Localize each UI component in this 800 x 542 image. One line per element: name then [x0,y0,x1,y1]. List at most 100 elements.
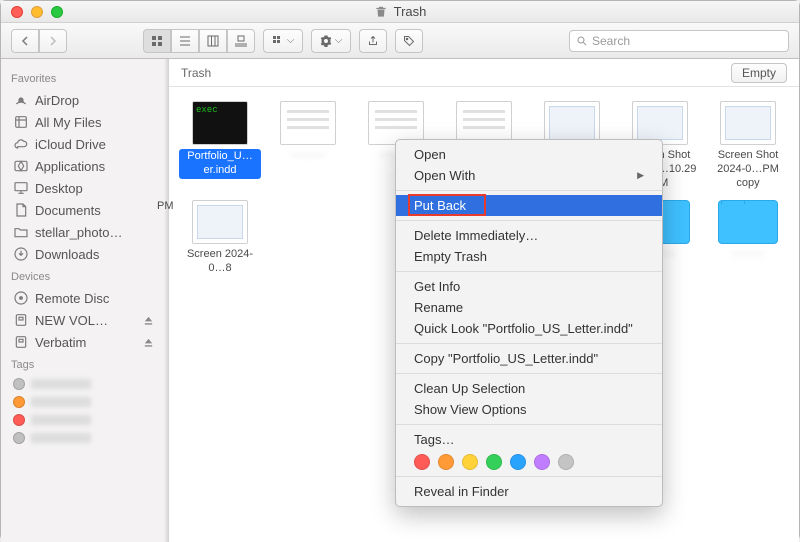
file-item[interactable]: execPortfolio_U…er.indd [179,101,261,190]
file-thumbnail [192,200,248,244]
back-button[interactable] [11,29,39,53]
sidebar-item[interactable] [9,411,168,429]
tag-dot-icon [13,396,25,408]
forward-button[interactable] [39,29,67,53]
file-thumbnail: exec [192,101,248,145]
column-view-button[interactable] [199,29,227,53]
context-menu-item-label: Clean Up Selection [414,381,525,396]
sidebar-item[interactable]: All My Files [9,111,168,133]
context-menu-item[interactable]: Delete Immediately… [396,225,662,246]
folder-icon [13,224,29,240]
tag-label [31,397,91,407]
view-group [143,29,255,53]
sidebar-item[interactable] [9,429,168,447]
context-menu-separator [396,190,662,191]
file-item[interactable]: ——— [267,101,349,190]
airdrop-icon [13,92,29,108]
context-menu-tags-row [396,450,662,472]
eject-icon[interactable] [143,337,154,348]
context-menu-item[interactable]: Open With▶ [396,165,662,186]
action-button[interactable]: ⌵ [311,29,351,53]
search-input[interactable]: Search [569,30,789,52]
context-menu-item-label: Empty Trash [414,249,487,264]
context-menu-separator [396,220,662,221]
trash-icon [374,5,388,19]
tag-color-dot[interactable] [510,454,526,470]
context-menu-item-label: Show View Options [414,402,527,417]
pathbar: Trash Empty [169,59,799,87]
titlebar: Trash [1,1,799,23]
file-thumbnail [280,101,336,145]
nav-group [11,29,67,53]
desktop-icon [13,180,29,196]
context-menu-item-label: Open [414,147,446,162]
sidebar-item-label: stellar_photo… [35,225,122,240]
sidebar-item-label: iCloud Drive [35,137,106,152]
sidebar-section-devices: Devices [11,271,168,283]
eject-icon[interactable] [143,315,154,326]
sidebar-item[interactable]: Remote Disc [9,287,168,309]
context-menu-item[interactable]: Quick Look "Portfolio_US_Letter.indd" [396,318,662,339]
sidebar-item[interactable]: iCloud Drive [9,133,168,155]
context-menu-item-label: Put Back [414,198,466,213]
context-menu-item[interactable]: Open [396,144,662,165]
empty-trash-button[interactable]: Empty [731,63,787,83]
sidebar-item-label: All My Files [35,115,101,130]
window-title-text: Trash [394,4,427,19]
context-menu-item[interactable]: Clean Up Selection [396,378,662,399]
sidebar-item[interactable]: NEW VOL… [9,309,168,331]
tag-color-dot[interactable] [534,454,550,470]
context-menu-item[interactable]: Copy "Portfolio_US_Letter.indd" [396,348,662,369]
context-menu-item-label: Tags… [414,432,454,447]
context-menu-item[interactable]: Rename [396,297,662,318]
arrange-button[interactable]: ⌵ [263,29,303,53]
tag-color-dot[interactable] [486,454,502,470]
tags-button[interactable] [395,29,423,53]
tag-dot-icon [13,432,25,444]
sidebar-item[interactable] [9,375,168,393]
context-menu-item[interactable]: Reveal in Finder [396,481,662,502]
context-menu-item-label: Rename [414,300,463,315]
apps-icon [13,158,29,174]
sidebar-item[interactable]: AirDrop [9,89,168,111]
sidebar-item[interactable]: Downloads [9,243,168,265]
sidebar-item[interactable]: stellar_photo… [9,221,168,243]
toolbar: ⌵ ⌵ Search [1,23,799,59]
sidebar-item[interactable]: Verbatim [9,331,168,353]
context-menu-item[interactable]: Put Back [396,195,662,216]
file-label: Screen 2024-0…8 [179,248,261,276]
tag-color-dot[interactable] [414,454,430,470]
file-item[interactable]: PM Screen 2024-0…8 [179,200,261,276]
file-label: ——— [292,149,325,163]
file-thumbnail [720,101,776,145]
search-icon [576,35,588,47]
coverflow-view-button[interactable] [227,29,255,53]
icloud-icon [13,136,29,152]
tag-color-dot[interactable] [558,454,574,470]
tag-dot-icon [13,378,25,390]
context-menu-separator [396,343,662,344]
context-menu-item[interactable]: Tags… [396,429,662,450]
context-menu-item[interactable]: Get Info [396,276,662,297]
documents-icon [13,202,29,218]
file-item[interactable]: Screen Shot 2024-0…PM copy [707,101,789,190]
file-label: ——— [732,248,765,262]
file-item[interactable]: ——— [707,200,789,276]
sidebar-item[interactable]: Desktop [9,177,168,199]
share-button[interactable] [359,29,387,53]
sidebar-item[interactable]: Applications [9,155,168,177]
sidebar-item-label: AirDrop [35,93,79,108]
tag-color-dot[interactable] [438,454,454,470]
sidebar-item[interactable]: Documents [9,199,168,221]
share-group [359,29,387,53]
context-menu-item[interactable]: Empty Trash [396,246,662,267]
tag-color-dot[interactable] [462,454,478,470]
tags-group [395,29,423,53]
location-label: Trash [181,66,211,80]
context-menu-separator [396,476,662,477]
context-menu-item[interactable]: Show View Options [396,399,662,420]
arrange-group: ⌵ [263,29,303,53]
sidebar-item[interactable] [9,393,168,411]
list-view-button[interactable] [171,29,199,53]
icon-view-button[interactable] [143,29,171,53]
